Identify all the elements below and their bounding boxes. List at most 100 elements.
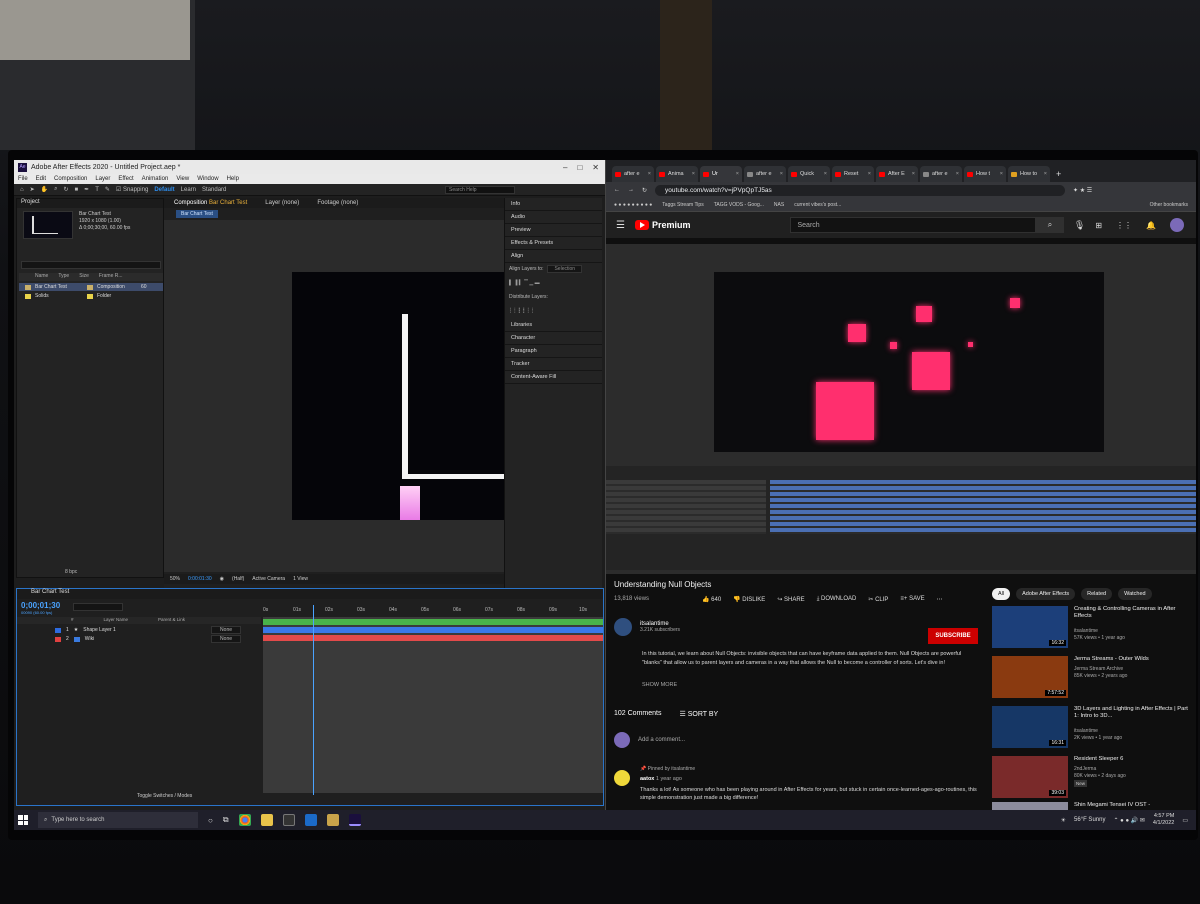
more-icon[interactable]: ⋯	[937, 596, 943, 603]
after-effects-taskbar-icon[interactable]	[348, 814, 361, 826]
avatar[interactable]	[1170, 218, 1184, 232]
comment-input[interactable]: Add a comment...	[638, 737, 685, 743]
menu-help[interactable]: Help	[227, 176, 239, 182]
browser-tab[interactable]: after e ×	[744, 166, 786, 182]
tray-icons[interactable]: ⌃ ● ● 🔊 ✉	[1113, 817, 1144, 824]
youtube-search-input[interactable]: Search	[790, 217, 1037, 233]
task-view-icon[interactable]: ⧉	[223, 815, 229, 825]
forward-icon[interactable]: →	[628, 187, 634, 193]
search-icon[interactable]: ⌕	[1036, 217, 1064, 233]
youtube-logo[interactable]: Premium	[634, 220, 690, 230]
timeline-timecode[interactable]: 0;00;01;30 00090 (60.00 fps)	[21, 601, 60, 615]
app-icon[interactable]	[282, 814, 295, 826]
subscribe-button[interactable]: SUBSCRIBE	[928, 628, 978, 644]
project-search-input[interactable]	[21, 261, 161, 269]
selection-tool-icon[interactable]: ➤	[30, 186, 35, 193]
windows-start-icon[interactable]	[18, 815, 28, 825]
panel-preview[interactable]: Preview	[505, 224, 602, 237]
browser-tab[interactable]: Anima ×	[656, 166, 698, 182]
panel-content-aware-fill[interactable]: Content-Aware Fill	[505, 371, 602, 384]
time-ruler[interactable]: 0s 01s 02s 03s 04s 05s 06s 07s 08s 09s 1…	[263, 603, 603, 613]
panel-libraries[interactable]: Libraries	[505, 319, 602, 332]
dislike-button[interactable]: 👎 DISLIKE	[733, 596, 765, 603]
sort-by-button[interactable]: ☰ SORT BY	[679, 710, 718, 718]
chrome-icon[interactable]	[238, 814, 251, 826]
close-icon[interactable]: ✕	[592, 163, 599, 172]
notifications-icon[interactable]: 🔔	[1146, 221, 1156, 230]
track-area[interactable]	[263, 617, 603, 793]
menu-edit[interactable]: Edit	[36, 176, 46, 182]
toggle-switches-modes[interactable]: Toggle Switches / Modes	[137, 793, 192, 799]
create-icon[interactable]: ⊞	[1095, 221, 1102, 230]
type-tool-icon[interactable]: T	[95, 187, 99, 193]
maximize-icon[interactable]: □	[577, 163, 582, 172]
workspace-standard[interactable]: Standard	[202, 187, 226, 193]
chip-all[interactable]: All	[992, 588, 1011, 600]
tab-footage[interactable]: Footage (none)	[317, 200, 358, 206]
bookmark[interactable]: TAGG VODS - Goog...	[714, 202, 764, 208]
steam-icon[interactable]	[304, 814, 317, 826]
bookmark-icons[interactable]: ● ● ● ● ● ● ● ● ●	[614, 202, 652, 208]
chip-related[interactable]: Related	[1081, 588, 1113, 600]
chip-adobe-after-effects[interactable]: Adobe After Effects	[1016, 588, 1076, 600]
microphone-icon[interactable]: 🎙	[1074, 220, 1085, 231]
menu-file[interactable]: File	[18, 176, 28, 182]
playhead[interactable]	[313, 605, 314, 795]
video-player[interactable]	[606, 244, 1196, 574]
align-selection-dropdown[interactable]: Selection	[547, 265, 583, 273]
col-type[interactable]: Type	[58, 273, 69, 281]
extensions-icon[interactable]: ✦ ★ ☰	[1073, 187, 1092, 194]
panel-paragraph[interactable]: Paragraph	[505, 345, 602, 358]
chip-watched[interactable]: Watched	[1118, 588, 1152, 600]
weather-text[interactable]: 56°F Sunny	[1074, 817, 1105, 823]
panel-tracker[interactable]: Tracker	[505, 358, 602, 371]
workspace-learn[interactable]: Learn	[181, 187, 196, 193]
comment-author[interactable]: aatox 1 year ago	[640, 776, 682, 782]
recommended-video[interactable]: Shin Megami Tensei IV OST -	[992, 802, 1192, 810]
apps-icon[interactable]: ⋮⋮	[1116, 221, 1132, 230]
tab-layer[interactable]: Layer (none)	[265, 200, 299, 206]
layer-bar-wiki[interactable]	[263, 635, 603, 641]
comp-sub-tab[interactable]: Bar Chart Test	[176, 210, 218, 218]
hand-tool-icon[interactable]: ✋	[41, 186, 48, 193]
bookmark[interactable]: NAS	[774, 202, 784, 208]
layer-search-input[interactable]	[73, 603, 123, 611]
recommended-video[interactable]: 7:57:52 Jerma Streams - Outer Wilds Jerm…	[992, 656, 1192, 702]
bit-depth[interactable]: 8 bpc	[65, 569, 77, 575]
panel-audio[interactable]: Audio	[505, 211, 602, 224]
pen-tool-icon[interactable]: ✒	[84, 186, 89, 193]
menu-composition[interactable]: Composition	[54, 176, 87, 182]
shape-tool-icon[interactable]: ■	[75, 187, 79, 193]
clip-button[interactable]: ✂ CLIP	[868, 596, 888, 603]
work-area-bar[interactable]	[263, 619, 603, 625]
layer-bar-shape[interactable]	[263, 627, 603, 633]
commenter-avatar[interactable]	[614, 770, 630, 786]
hamburger-menu-icon[interactable]: ☰	[616, 220, 625, 231]
recommended-video[interactable]: 39:03 Resident Sleeper 6 2ndJerma 80K vie…	[992, 756, 1192, 802]
tab-composition[interactable]: Composition Bar Chart Test	[174, 200, 247, 206]
panel-info[interactable]: Info	[505, 198, 602, 211]
rotate-tool-icon[interactable]: ↻	[64, 186, 69, 193]
composition-canvas[interactable]	[292, 272, 504, 520]
app-icon[interactable]	[326, 814, 339, 826]
show-more-button[interactable]: SHOW MORE	[642, 682, 677, 688]
col-frame-rate[interactable]: Frame R...	[99, 273, 123, 281]
pink-bar[interactable]	[400, 486, 420, 520]
menu-layer[interactable]: Layer	[95, 176, 110, 182]
zoom-dropdown[interactable]: 50%	[170, 576, 180, 582]
project-row[interactable]: Bar Chart Test Composition 60	[19, 283, 163, 291]
browser-tab[interactable]: after e ×	[612, 166, 654, 182]
new-tab-icon[interactable]: +	[1052, 169, 1065, 182]
views-dropdown[interactable]: 1 View	[293, 576, 308, 582]
bookmark[interactable]: Taggs Stream Tips	[662, 202, 703, 208]
camera-dropdown[interactable]: Active Camera	[252, 576, 285, 582]
panel-character[interactable]: Character	[505, 332, 602, 345]
browser-tab[interactable]: Quick ×	[788, 166, 830, 182]
col-name[interactable]: Name	[35, 273, 48, 281]
project-row[interactable]: Solids Folder	[19, 292, 163, 300]
bookmark[interactable]: current vibes's post...	[794, 202, 841, 208]
recommended-video[interactable]: 16:31 3D Layers and Lighting in After Ef…	[992, 706, 1192, 752]
cortana-icon[interactable]: ○	[208, 816, 213, 825]
brush-tool-icon[interactable]: ✎	[105, 186, 110, 193]
clock[interactable]: 4:57 PM 4/1/2022	[1153, 813, 1174, 827]
